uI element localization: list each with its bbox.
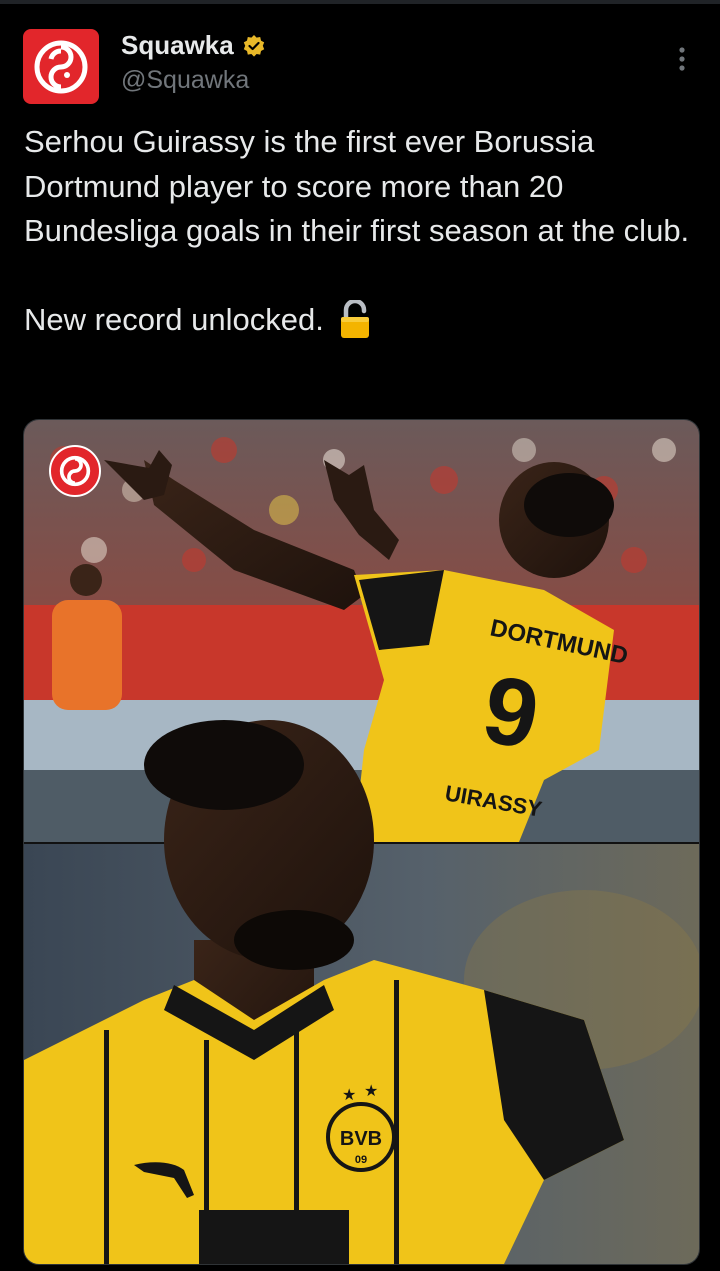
unlocked-padlock-icon <box>340 300 369 339</box>
post-media-image[interactable]: DORTMUND 9 UIRASSY BVB 09 ★ ★ <box>23 419 700 1265</box>
author-name-row[interactable]: Squawka <box>121 30 266 61</box>
celebration-photo: DORTMUND 9 UIRASSY <box>24 420 699 842</box>
post-text-paragraph: Serhou Guirassy is the first ever Boruss… <box>24 124 690 248</box>
photo-collage: DORTMUND 9 UIRASSY BVB 09 ★ ★ <box>24 420 699 1264</box>
gold-verified-badge-icon <box>243 34 264 57</box>
more-vertical-icon <box>679 47 685 71</box>
squawka-logo-icon <box>34 40 88 93</box>
post-text: Serhou Guirassy is the first ever Boruss… <box>24 120 704 343</box>
author-display-name[interactable]: Squawka <box>121 30 234 61</box>
author-handle[interactable]: @Squawka <box>121 66 249 95</box>
post-text-paragraph: New record unlocked. <box>24 302 324 337</box>
svg-text:★: ★ <box>342 1085 356 1104</box>
crest-year: 09 <box>355 1154 367 1166</box>
svg-text:★: ★ <box>364 1081 378 1100</box>
crest-text: BVB <box>340 1128 382 1150</box>
author-avatar[interactable] <box>23 29 99 104</box>
squawka-logo-icon <box>59 455 91 487</box>
more-options-button[interactable] <box>670 44 694 74</box>
top-divider <box>0 0 720 4</box>
media-watermark <box>49 445 101 497</box>
